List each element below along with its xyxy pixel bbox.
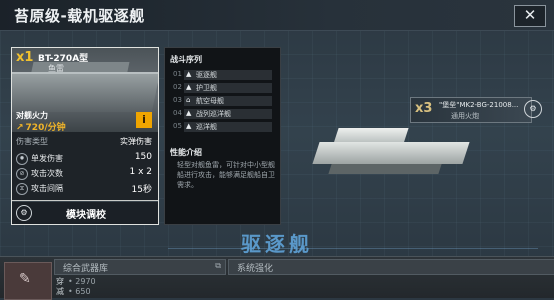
damage-type-value: 实弹伤害 xyxy=(120,137,152,146)
sequence-label: 巡洋舰 xyxy=(196,123,217,131)
sequence-label: 战列巡洋舰 xyxy=(196,110,231,118)
weapon-thumbnail[interactable]: ✎ xyxy=(4,262,52,300)
window-icon: ⧉ xyxy=(215,261,221,270)
sequence-label: 驱逐舰 xyxy=(196,71,217,79)
system-upgrade-tab[interactable]: 系统强化 xyxy=(228,259,554,275)
sequence-item: 03 ⌂ 航空母舰 xyxy=(173,96,273,106)
secondary-weapon-quantity: x3 xyxy=(415,101,433,116)
missile-icon: ✎ xyxy=(19,271,31,287)
ship-deck xyxy=(312,142,470,164)
weapon-card[interactable]: x1 BT-270A型 鱼雷 对舰火力 ↗ 720/分钟 i 伤害类型 实弹伤害 … xyxy=(11,47,159,225)
sequence-item: 02 ▲ 护卫舰 xyxy=(173,83,273,93)
damage-type-row: 伤害类型 实弹伤害 xyxy=(16,136,154,148)
arsenal-tab-label: 综合武器库 xyxy=(63,264,109,274)
sequence-label: 护卫舰 xyxy=(196,84,217,92)
ship-class-icon: ▲ xyxy=(186,83,192,91)
gear-icon: ⚙ xyxy=(16,205,32,221)
ship-class-icon: ▲ xyxy=(186,70,192,78)
header-bar: 苔原级-载机驱逐舰 ✕ xyxy=(0,0,554,31)
weapon-stats: 伤害类型 实弹伤害 ✹ 单发伤害 150 ⊘ 攻击次数 1 x 2 ⧖ 攻击间隔… xyxy=(12,132,158,200)
stat-label: 攻击次数 xyxy=(31,169,63,178)
stat-row-single-damage: ✹ 单发伤害 150 xyxy=(16,152,154,165)
secondary-weapon-name: "堡垒"MK2-BG-21008... xyxy=(439,101,519,109)
bottom-stat-value: • 2970 xyxy=(68,277,96,286)
target-icon: ⊘ xyxy=(16,168,28,180)
secondary-weapon-slot[interactable]: x3 "堡垒"MK2-BG-21008... 通用火炮 xyxy=(410,97,532,123)
stat-value: 15秒 xyxy=(131,185,152,195)
sequence-item: 04 ▲ 战列巡洋舰 xyxy=(173,109,273,119)
ship-class-icon: ▲ xyxy=(186,109,192,117)
page-title: 苔原级-载机驱逐舰 xyxy=(14,7,145,25)
module-tuning-label: 模块调校 xyxy=(66,210,106,221)
burst-icon: ✹ xyxy=(16,153,28,165)
bottom-stat: 减 • 650 xyxy=(56,286,91,297)
battle-sequence-panel: 战斗序列 01 ▲ 驱逐舰 02 ▲ 护卫舰 03 ⌂ 航空母舰 04 ▲ 战列… xyxy=(164,47,281,225)
stat-row-attack-interval: ⧖ 攻击间隔 15秒 xyxy=(16,182,154,195)
arsenal-tab[interactable]: 综合武器库 ⧉ xyxy=(54,259,226,275)
sequence-number: 03 xyxy=(173,96,182,104)
sequence-number: 04 xyxy=(173,109,182,117)
sequence-number: 02 xyxy=(173,83,182,91)
sequence-label: 航空母舰 xyxy=(196,97,224,105)
firepower-value: ↗ 720/分钟 xyxy=(16,120,66,132)
weapon-image: x1 BT-270A型 鱼雷 对舰火力 ↗ 720/分钟 i xyxy=(12,48,158,132)
secondary-weapon-type: 通用火炮 xyxy=(451,112,479,120)
ship-model xyxy=(312,122,470,182)
secondary-weapon-settings-icon[interactable]: ⚙ xyxy=(524,100,542,118)
battle-sequence-title: 战斗序列 xyxy=(170,55,202,64)
carrier-icon: ⌂ xyxy=(186,96,191,104)
sequence-number: 05 xyxy=(173,122,182,130)
firepower-icon: ↗ xyxy=(16,123,24,132)
sequence-number: 01 xyxy=(173,70,182,78)
stat-row-attack-count: ⊘ 攻击次数 1 x 2 xyxy=(16,167,154,180)
weapon-quantity: x1 xyxy=(16,50,34,65)
bottom-panel: ✎ 综合武器库 ⧉ 系统强化 穿 • 2970 减 • 650 xyxy=(0,256,554,300)
weapon-type: 鱼雷 xyxy=(48,64,64,73)
weapon-image-hull xyxy=(12,72,158,112)
close-button[interactable]: ✕ xyxy=(514,5,546,27)
stat-value: 150 xyxy=(134,152,152,162)
firepower-value-text: 720/分钟 xyxy=(25,123,66,132)
hourglass-icon: ⧖ xyxy=(16,183,28,195)
stat-value: 1 x 2 xyxy=(129,167,153,177)
info-button[interactable]: i xyxy=(136,112,152,128)
ship-hull xyxy=(328,164,442,174)
bottom-stat-key: 减 xyxy=(56,287,64,296)
divider xyxy=(168,248,538,249)
performance-title: 性能介绍 xyxy=(170,148,202,157)
stat-label: 攻击间隔 xyxy=(31,184,63,193)
performance-description: 轻型对舰鱼雷，可针对中小型舰船进行攻击，能够满足舰船自卫需求。 xyxy=(177,161,275,189)
ship-class-icon: ▲ xyxy=(186,122,192,130)
sequence-item: 01 ▲ 驱逐舰 xyxy=(173,70,273,80)
module-tuning-button[interactable]: ⚙ 模块调校 xyxy=(12,201,158,224)
damage-type-label: 伤害类型 xyxy=(16,137,48,146)
bottom-stat-value: • 650 xyxy=(68,287,91,296)
sequence-item: 05 ▲ 巡洋舰 xyxy=(173,122,273,132)
stat-label: 单发伤害 xyxy=(31,154,63,163)
ship-class-title: 驱逐舰 xyxy=(241,232,313,256)
system-upgrade-label: 系统强化 xyxy=(237,264,274,274)
